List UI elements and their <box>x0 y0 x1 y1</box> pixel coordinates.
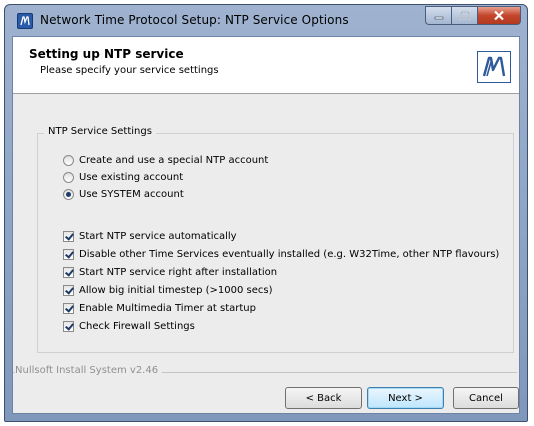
radio-button[interactable] <box>63 154 74 166</box>
checkbox[interactable] <box>63 302 74 314</box>
radio-existing-account[interactable]: Use existing account <box>63 169 183 185</box>
check-disable-other-services[interactable]: Disable other Time Services eventually i… <box>63 246 499 262</box>
radio-label: Use existing account <box>79 171 184 183</box>
installer-branding: Nullsoft Install System v2.46 <box>15 365 163 376</box>
cancel-button[interactable]: Cancel <box>453 387 519 409</box>
radio-label: Use SYSTEM account <box>79 188 184 200</box>
check-firewall-settings[interactable]: Check Firewall Settings <box>63 318 195 334</box>
checkbox[interactable] <box>63 248 74 260</box>
close-button[interactable] <box>477 6 521 25</box>
radio-system-account[interactable]: Use SYSTEM account <box>63 186 184 202</box>
checkbox-label: Enable Multimedia Timer at startup <box>79 302 256 314</box>
checkbox[interactable] <box>63 284 74 296</box>
minimize-button[interactable] <box>425 6 451 25</box>
header-panel: Setting up NTP service Please specify yo… <box>13 37 519 94</box>
checkbox-label: Start NTP service right after installati… <box>79 266 278 278</box>
radio-button[interactable] <box>63 171 74 183</box>
back-button[interactable]: < Back <box>285 387 362 409</box>
header-title: Setting up NTP service <box>29 47 184 61</box>
radio-button[interactable] <box>63 188 74 200</box>
check-start-after-install[interactable]: Start NTP service right after installati… <box>63 264 277 280</box>
next-button[interactable]: Next > <box>367 387 444 409</box>
header-subtitle: Please specify your service settings <box>40 65 219 76</box>
minimize-icon <box>434 16 443 19</box>
checkbox-label: Check Firewall Settings <box>79 320 195 332</box>
checkbox[interactable] <box>63 320 74 332</box>
radio-create-account[interactable]: Create and use a special NTP account <box>63 152 268 168</box>
checkbox[interactable] <box>63 266 74 278</box>
title-bar[interactable]: Network Time Protocol Setup: NTP Service… <box>5 5 527 37</box>
ntp-logo-icon <box>477 51 511 83</box>
check-multimedia-timer[interactable]: Enable Multimedia Timer at startup <box>63 300 256 316</box>
maximize-icon <box>459 11 470 20</box>
checkbox-label: Allow big initial timestep (>1000 secs) <box>79 284 273 296</box>
checkbox-label: Disable other Time Services eventually i… <box>79 248 500 260</box>
caption-buttons <box>425 6 521 26</box>
dialog-body: Setting up NTP service Please specify yo… <box>12 36 520 414</box>
installer-window: Network Time Protocol Setup: NTP Service… <box>4 4 528 422</box>
radio-label: Create and use a special NTP account <box>79 154 269 166</box>
maximize-button[interactable] <box>451 6 477 25</box>
group-label: NTP Service Settings <box>44 126 156 137</box>
checkbox-label: Start NTP service automatically <box>79 230 237 242</box>
checkbox[interactable] <box>63 230 74 242</box>
close-icon <box>494 10 504 21</box>
window-title: Network Time Protocol Setup: NTP Service… <box>40 13 349 27</box>
check-big-timestep[interactable]: Allow big initial timestep (>1000 secs) <box>63 282 273 298</box>
check-start-automatically[interactable]: Start NTP service automatically <box>63 228 237 244</box>
app-icon <box>17 13 33 29</box>
